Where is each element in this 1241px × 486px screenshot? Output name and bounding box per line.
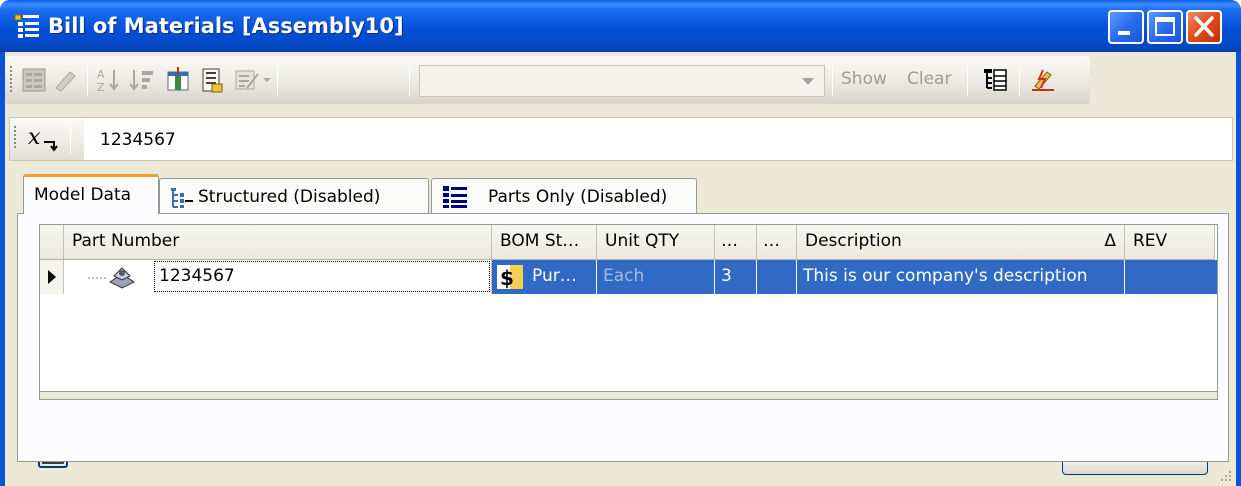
edit-icon[interactable] <box>52 66 80 94</box>
clear-button[interactable]: Clear <box>907 69 951 89</box>
column-header-description-label: Description <box>805 231 902 251</box>
svg-text:Z: Z <box>97 81 105 94</box>
table-cell-part-number[interactable]: 1234567 <box>64 260 492 294</box>
tab-structured[interactable]: Structured (Disabled) <box>159 178 429 214</box>
toolbar-separator <box>832 66 833 96</box>
bom-toolbar: AZ Show Clear <box>5 56 1090 104</box>
table-cell-quantity[interactable]: 3 <box>715 260 757 294</box>
tab-model-data[interactable]: Model Data <box>23 174 159 214</box>
toolbar-separator <box>967 66 968 96</box>
svg-text:x: x <box>28 125 41 150</box>
toolbar-grip[interactable] <box>10 66 14 94</box>
column-header-description[interactable]: Description Δ <box>797 225 1125 260</box>
resize-grip-icon[interactable] <box>1218 468 1232 482</box>
column-header-collapsed-2[interactable]: … <box>757 225 797 260</box>
toolbar-separator <box>277 66 278 96</box>
column-header-bom-structure[interactable]: BOM St… <box>492 225 597 260</box>
show-button[interactable]: Show <box>841 69 887 89</box>
close-button[interactable] <box>1186 10 1222 44</box>
part-number-editor[interactable]: 1234567 <box>154 261 490 292</box>
toolbar-separator <box>409 66 410 96</box>
table-cell-unit-qty[interactable]: Each <box>597 260 715 294</box>
table-cell-collapsed[interactable] <box>757 260 797 294</box>
minimize-button[interactable] <box>1108 10 1144 44</box>
export-bom-icon[interactable] <box>1029 66 1057 94</box>
expression-bar: x 1234567 <box>9 117 1233 161</box>
row-header-corner <box>40 225 64 260</box>
column-header-unit-qty[interactable]: Unit QTY <box>597 225 715 260</box>
sort-descending-icon[interactable] <box>129 66 157 94</box>
row-selector[interactable] <box>40 260 64 294</box>
bom-window: Bill of Materials [Assembly10] AZ Show C… <box>0 0 1241 486</box>
bom-app-icon <box>14 14 39 38</box>
sort-ascending-icon[interactable]: AZ <box>95 66 123 94</box>
group-icon[interactable] <box>198 66 226 94</box>
toolbar-separator <box>70 124 71 154</box>
tab-label: Model Data <box>34 185 132 205</box>
table-cell-bom-structure[interactable]: $ Pur… <box>492 260 597 294</box>
tab-panel-model-data: Part Number BOM St… Unit QTY … … Descrip… <box>17 213 1229 462</box>
chevron-down-icon[interactable] <box>802 78 814 85</box>
dialog-client-area: AZ Show Clear x 1234567 Model Data Struc… <box>5 52 1236 486</box>
table-cell-description[interactable]: This is our company's description <box>797 260 1125 294</box>
window-title: Bill of Materials [Assembly10] <box>48 14 404 38</box>
tab-label: Structured (Disabled) <box>198 187 381 207</box>
bom-editor-icon[interactable] <box>20 66 48 94</box>
grid-horizontal-scroll-area <box>39 392 1218 400</box>
tab-parts-only[interactable]: Parts Only (Disabled) <box>431 178 697 214</box>
svg-text:A: A <box>97 68 105 81</box>
bom-structure-value: Pur… <box>532 266 577 286</box>
expression-input[interactable]: 1234567 <box>100 127 176 153</box>
close-icon <box>1194 16 1214 37</box>
tab-label: Parts Only (Disabled) <box>488 187 668 207</box>
structured-icon <box>171 188 193 208</box>
parts-list-icon <box>443 186 467 208</box>
toolbar-separator <box>1019 66 1020 96</box>
svg-text:$: $ <box>500 266 514 290</box>
maximize-icon <box>1155 17 1175 36</box>
renumber-dropdown-arrow[interactable] <box>263 78 271 82</box>
minimize-icon <box>1118 31 1130 35</box>
function-x-icon[interactable]: x <box>26 124 66 154</box>
toolbar-separator <box>87 66 88 96</box>
column-chooser-icon[interactable] <box>164 66 192 94</box>
column-header-part-number[interactable]: Part Number <box>64 225 492 260</box>
renumber-icon[interactable] <box>233 66 261 94</box>
purchased-dollar-icon: $ <box>497 265 523 290</box>
maximize-button[interactable] <box>1147 10 1183 44</box>
title-bar[interactable]: Bill of Materials [Assembly10] <box>0 0 1241 52</box>
structure-icon[interactable] <box>981 66 1009 94</box>
column-header-rev[interactable]: REV <box>1125 225 1215 260</box>
table-cell-rev[interactable] <box>1125 260 1217 294</box>
expression-bar-left: x <box>10 118 84 160</box>
bom-grid: Part Number BOM St… Unit QTY … … Descrip… <box>39 224 1218 392</box>
column-header-collapsed-1[interactable]: … <box>715 225 757 260</box>
current-row-arrow-icon <box>48 270 56 284</box>
toolbar-grip[interactable] <box>14 126 18 150</box>
sort-ascending-indicator-icon: Δ <box>1104 231 1116 251</box>
view-filter-combo[interactable] <box>419 65 825 97</box>
